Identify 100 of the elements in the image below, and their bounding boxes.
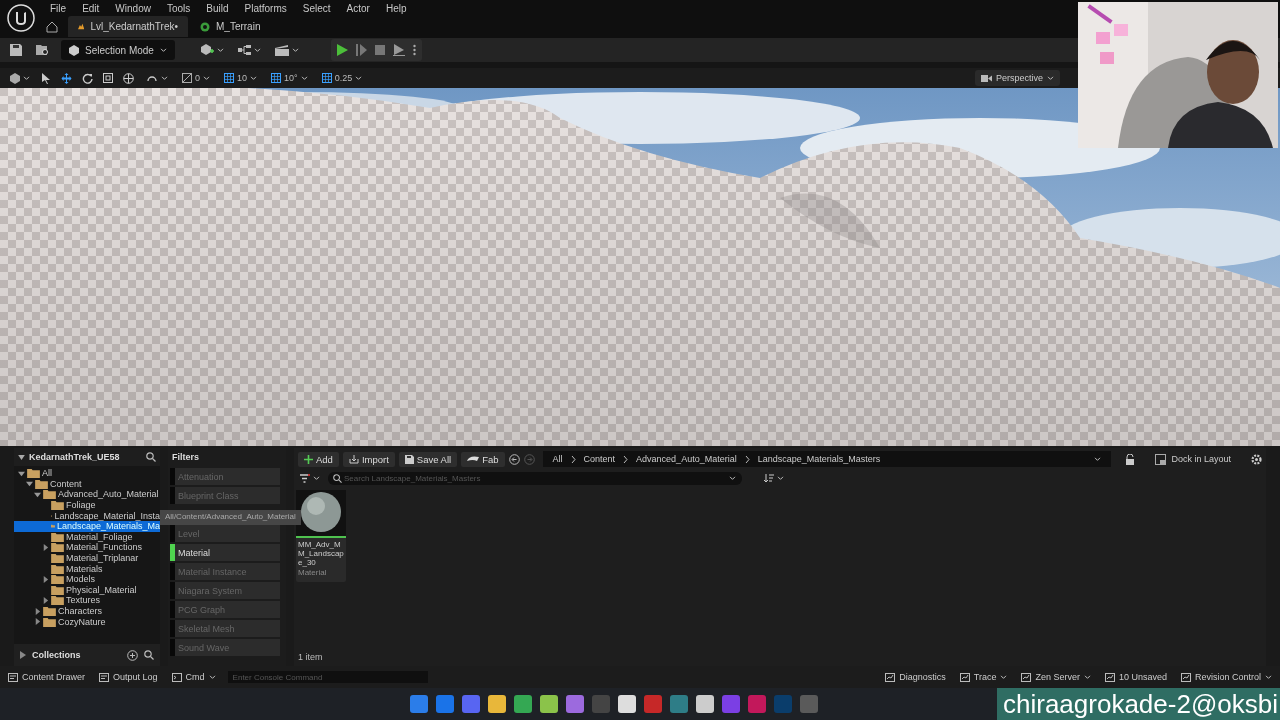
tree-item[interactable]: Content — [14, 478, 160, 490]
editor-tab[interactable]: M_Terrain — [190, 16, 310, 37]
snap-button[interactable]: 0.25 — [319, 73, 365, 83]
menu-item[interactable]: Platforms — [236, 2, 295, 14]
status-button[interactable]: Content Drawer — [6, 672, 88, 682]
perspective-dropdown[interactable]: Perspective — [974, 70, 1060, 86]
menu-item[interactable]: Tools — [158, 2, 199, 14]
tree-item[interactable]: Landscape_Materials_Ma — [14, 520, 160, 532]
menu-item[interactable]: Build — [198, 2, 237, 14]
folder-icon — [43, 616, 56, 627]
select-mode-button[interactable] — [8, 70, 32, 86]
caret-icon — [1265, 674, 1272, 680]
tree-item[interactable]: Materials — [14, 563, 160, 574]
tree-item[interactable]: Physical_Material — [14, 584, 160, 596]
caret-icon — [777, 475, 784, 481]
menu-item[interactable]: Edit — [74, 2, 108, 14]
tree-item[interactable]: All — [14, 468, 160, 479]
collapsed-arrow-icon[interactable] — [20, 651, 26, 659]
sort-dropdown[interactable] — [762, 471, 786, 485]
stop-icon[interactable] — [374, 45, 385, 55]
folder-icon — [51, 553, 64, 564]
move-icon[interactable] — [61, 72, 72, 84]
status-button[interactable]: 10 Unsaved — [1102, 672, 1169, 682]
filter-toggle[interactable] — [170, 468, 175, 485]
cinematics-button[interactable] — [272, 42, 301, 58]
menu-item[interactable]: Help — [377, 2, 415, 14]
toolbar-button[interactable]: Fab — [461, 451, 505, 467]
caret-icon — [203, 75, 210, 81]
add-actor-button[interactable] — [198, 42, 226, 58]
status-button[interactable]: Output Log — [97, 672, 160, 682]
toolbar-button[interactable]: Save All — [398, 451, 458, 467]
browse-button[interactable] — [34, 42, 51, 58]
lock-icon[interactable] — [1125, 453, 1136, 465]
back-icon[interactable] — [508, 453, 520, 465]
filter-toggle[interactable] — [170, 487, 175, 504]
toolbar-button[interactable]: Add — [298, 451, 339, 467]
dock-button[interactable]: Dock in Layout — [1149, 452, 1237, 466]
status-button[interactable]: Revision Control — [1178, 672, 1274, 682]
breadcrumb-item[interactable]: Content — [583, 454, 616, 464]
eject-icon[interactable] — [392, 44, 405, 56]
collapsed-arrow-icon[interactable] — [42, 575, 49, 583]
collapse-arrow-icon[interactable] — [18, 454, 25, 460]
filter-toggle[interactable] — [170, 544, 175, 561]
tree-item[interactable]: Models — [14, 573, 160, 585]
tree-item[interactable]: Material_Triplanar — [14, 552, 160, 564]
snap-button[interactable]: 0 — [180, 73, 212, 83]
breadcrumb-item[interactable]: All — [552, 454, 563, 464]
menu-item[interactable]: File — [42, 2, 75, 14]
dropdown-caret-icon[interactable] — [729, 475, 736, 481]
mode-dropdown[interactable]: Selection Mode — [61, 40, 175, 60]
tree-item[interactable]: Material_Foliage — [14, 531, 160, 543]
search-icon[interactable] — [144, 650, 154, 660]
tree-item[interactable]: Landscape_Material_Insta — [14, 510, 160, 521]
search-icon[interactable] — [146, 452, 156, 462]
blueprint-button[interactable] — [235, 43, 263, 57]
filter-toggle[interactable] — [170, 639, 175, 656]
status-button[interactable]: Zen Server — [1019, 672, 1093, 682]
tree-item[interactable]: Characters — [14, 605, 160, 617]
logo-icon[interactable] — [6, 3, 36, 33]
toolbar-button[interactable]: Import — [342, 451, 395, 467]
add-icon[interactable] — [127, 649, 138, 661]
filter-toggle[interactable] — [170, 525, 175, 542]
step-icon[interactable] — [355, 44, 367, 56]
play-icon[interactable] — [336, 44, 348, 56]
editor-tab[interactable]: Lvl_KedarnathTrek• — [68, 16, 188, 37]
home-icon[interactable] — [46, 20, 58, 33]
filter-toggle[interactable] — [170, 620, 175, 637]
cursor-icon[interactable] — [42, 72, 51, 84]
menu-item[interactable]: Select — [294, 2, 339, 14]
settings-icon[interactable] — [1251, 453, 1262, 465]
caret-icon — [1083, 674, 1091, 680]
filter-toggle[interactable] — [170, 563, 175, 580]
drag-tooltip: All/Content/Advanced_Auto_Material — [160, 510, 301, 525]
filter-toggle[interactable] — [170, 582, 175, 599]
globe-icon[interactable] — [123, 72, 134, 84]
menu-item[interactable]: Actor — [338, 2, 378, 14]
filter-icon — [300, 473, 310, 483]
status-button[interactable]: Diagnostics — [883, 672, 948, 682]
save-button[interactable] — [8, 42, 24, 58]
tree-item[interactable]: CozyNature — [14, 616, 160, 627]
collapsed-arrow-icon[interactable] — [42, 543, 49, 551]
asset-type: Material — [297, 567, 328, 578]
cmd-dropdown[interactable]: Cmd — [169, 672, 218, 682]
breadcrumb-item[interactable]: Landscape_Materials_Masters — [757, 454, 881, 464]
tree-item[interactable]: Foliage — [14, 499, 160, 511]
snap-button[interactable]: 10 — [222, 73, 260, 83]
filter-item[interactable]: Material — [170, 544, 280, 561]
filter-toggle[interactable] — [170, 601, 175, 618]
breadcrumb-item[interactable]: Advanced_Auto_Material — [636, 454, 737, 464]
collections-header[interactable]: Collections — [32, 650, 121, 660]
asset-tile[interactable]: MM_Adv_MM_Landscape_30 Material — [296, 490, 346, 582]
menu-item[interactable]: Window — [107, 2, 159, 14]
snap-button[interactable]: 10° — [269, 73, 310, 83]
tree-item[interactable]: Advanced_Auto_Material — [14, 489, 160, 500]
tree-item[interactable]: Material_Functions — [14, 542, 160, 553]
more-icon[interactable] — [412, 44, 416, 56]
filter-dropdown[interactable] — [298, 471, 322, 485]
caret-icon — [1047, 75, 1054, 81]
tree-item[interactable]: Textures — [14, 595, 160, 606]
status-button[interactable]: Trace — [957, 672, 1010, 682]
